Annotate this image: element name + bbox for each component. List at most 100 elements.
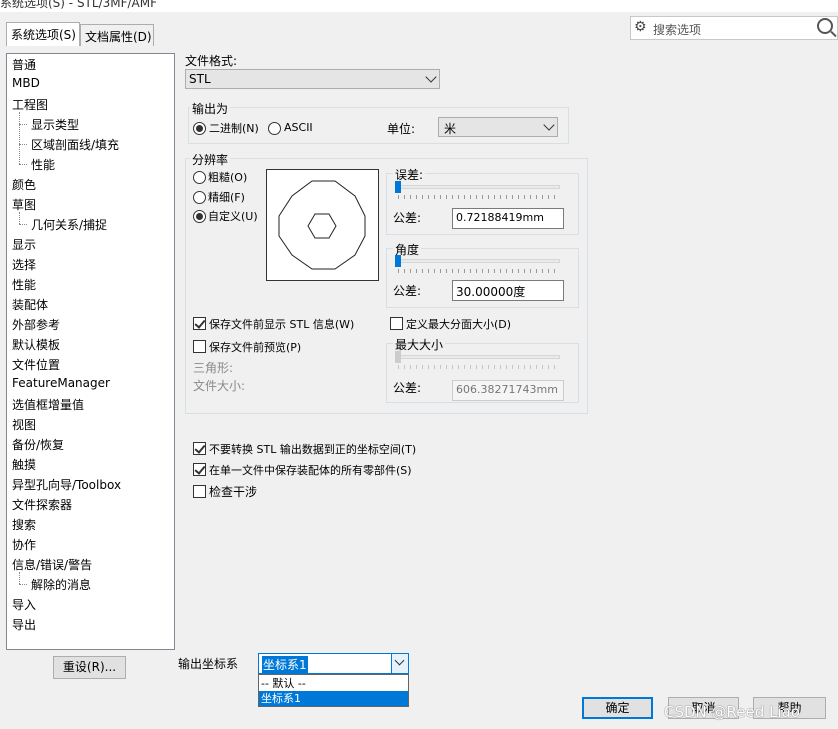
tree-item-dismissed-messages[interactable]: 解除的消息 (31, 576, 91, 593)
show-stl-info-label[interactable]: 保存文件前显示 STL 信息(W) (209, 316, 354, 332)
resolution-preview (266, 169, 379, 281)
file-format-select[interactable]: STL (185, 69, 440, 89)
tree-item-backup-recover[interactable]: 备份/恢复 (12, 436, 64, 453)
tree-item-messages-errors-warnings[interactable]: 信息/错误/警告 (12, 556, 92, 573)
polygon-preview-icon (278, 180, 366, 270)
unit-value: 米 (444, 122, 457, 136)
angle-slider-track[interactable] (396, 259, 560, 263)
tree-item-hole-wizard-toolbox[interactable]: 异型孔向导/Toolbox (12, 476, 121, 493)
tree-item-sketch[interactable]: 草图 (12, 196, 36, 213)
tree-item-assemblies[interactable]: 装配体 (12, 296, 48, 313)
tree-item-colors[interactable]: 颜色 (12, 176, 36, 193)
tree-item-display-style[interactable]: 显示类型 (31, 116, 79, 133)
no-positive-space-checkbox[interactable] (193, 442, 206, 455)
fine-radio[interactable] (193, 191, 206, 204)
custom-label[interactable]: 自定义(U) (208, 208, 258, 224)
deviation-slider-thumb[interactable] (395, 181, 401, 193)
coord-dropdown-button[interactable] (391, 654, 408, 673)
tree-connector (19, 212, 20, 224)
output-coord-label: 输出坐标系 (178, 657, 239, 671)
tree-item-export[interactable]: 导出 (12, 616, 36, 633)
tree-item-drawings[interactable]: 工程图 (12, 96, 48, 113)
tree-item-default-templates[interactable]: 默认模板 (12, 336, 60, 353)
search-box[interactable]: ⚙ 搜索选项 (630, 16, 838, 40)
binary-radio[interactable] (193, 122, 206, 135)
file-format-value: STL (189, 72, 211, 86)
reset-button[interactable]: 重设(R)... (53, 656, 126, 679)
max-size-slider-track (396, 355, 560, 359)
preview-before-save-label[interactable]: 保存文件前预览(P) (209, 339, 301, 355)
ok-button[interactable]: 确定 (582, 697, 653, 719)
tab-document-properties[interactable]: 文档属性(D) (80, 24, 154, 46)
max-size-slider-thumb (395, 351, 401, 363)
tree-item-file-locations[interactable]: 文件位置 (12, 356, 60, 373)
tree-item-featuremanager[interactable]: FeatureManager (12, 376, 110, 390)
max-size-tolerance-field: 606.38271743mm (452, 380, 564, 401)
deviation-slider-track[interactable] (396, 185, 560, 189)
check-interference-checkbox[interactable] (193, 485, 206, 498)
tree-item-view[interactable]: 视图 (12, 416, 36, 433)
coord-option-cs1[interactable]: 坐标系1 (259, 691, 408, 706)
options-tree[interactable]: 普通 MBD 工程图 显示类型 区域剖面线/填充 性能 颜色 草图 几何关系/捕… (6, 53, 175, 650)
single-file-assembly-checkbox[interactable] (193, 463, 206, 476)
tree-item-collaboration[interactable]: 协作 (12, 536, 36, 553)
coarse-radio[interactable] (193, 171, 206, 184)
output-as-title: 输出为 (190, 100, 231, 117)
tree-item-file-explorer[interactable]: 文件探索器 (12, 496, 72, 513)
tree-item-import[interactable]: 导入 (12, 596, 36, 613)
deviation-tolerance-field[interactable]: 0.72188419mm (452, 208, 564, 229)
coord-dropdown-list[interactable]: -- 默认 -- 坐标系1 (258, 674, 409, 707)
max-size-slider-ticks (398, 365, 560, 369)
coarse-label[interactable]: 粗糙(O) (208, 169, 247, 185)
show-stl-info-checkbox[interactable] (193, 317, 206, 330)
angle-slider-thumb[interactable] (395, 255, 401, 267)
tree-item-drawing-performance[interactable]: 性能 (31, 156, 55, 173)
tree-item-touch[interactable]: 触摸 (12, 456, 36, 473)
ascii-label[interactable]: ASCII (284, 121, 313, 134)
angle-tolerance-label: 公差: (393, 284, 422, 298)
chevron-down-icon (425, 71, 437, 83)
tree-item-external-references[interactable]: 外部参考 (12, 316, 60, 333)
tree-item-area-hatch[interactable]: 区域剖面线/填充 (31, 136, 119, 153)
no-positive-space-label[interactable]: 不要转换 STL 输出数据到正的坐标空间(T) (209, 441, 416, 457)
single-file-assembly-label[interactable]: 在单一文件中保存装配体的所有零部件(S) (209, 462, 412, 478)
tree-item-general[interactable]: 普通 (12, 56, 36, 73)
search-input[interactable]: 搜索选项 (653, 21, 701, 38)
tree-item-selection[interactable]: 选择 (12, 256, 36, 273)
tree-connector (19, 572, 20, 584)
angle-slider-ticks (398, 269, 560, 273)
tree-connector (19, 124, 27, 125)
max-facet-checkbox[interactable] (390, 317, 403, 330)
coord-system-select[interactable]: 坐标系1 (258, 653, 409, 674)
custom-radio[interactable] (193, 210, 206, 223)
preview-before-save-checkbox[interactable] (193, 340, 206, 353)
coord-option-default[interactable]: -- 默认 -- (259, 676, 408, 691)
chevron-down-icon (394, 655, 405, 666)
check-interference-label[interactable]: 检查干涉 (209, 483, 257, 500)
tree-item-mbd[interactable]: MBD (12, 76, 40, 90)
tree-item-search[interactable]: 搜索 (12, 516, 36, 533)
angle-tolerance-field[interactable]: 30.00000度 (452, 280, 564, 301)
fine-label[interactable]: 精细(F) (208, 189, 245, 205)
window-title: 系统选项(S) - STL/3MF/AMF (0, 0, 158, 10)
max-facet-label[interactable]: 定义最大分面大小(D) (406, 316, 511, 332)
window-title-bar: 系统选项(S) - STL/3MF/AMF (0, 0, 838, 12)
tree-item-relations-snaps[interactable]: 几何关系/捕捉 (31, 216, 107, 233)
tab-system-options[interactable]: 系统选项(S) (6, 22, 80, 46)
file-size-label: 文件大小: (193, 379, 246, 393)
tree-item-display[interactable]: 显示 (12, 236, 36, 253)
triangles-label: 三角形: (193, 361, 234, 375)
binary-label[interactable]: 二进制(N) (209, 120, 259, 136)
coord-system-value: 坐标系1 (262, 656, 308, 673)
deviation-slider-ticks (398, 195, 560, 199)
tree-connector (19, 224, 27, 225)
chevron-down-icon (543, 119, 555, 131)
resolution-title: 分辨率 (190, 151, 231, 168)
gear-icon[interactable]: ⚙ (634, 19, 647, 35)
search-icon[interactable] (817, 18, 833, 34)
tree-item-spin-box-increments[interactable]: 选值框增量值 (12, 396, 84, 413)
unit-select[interactable]: 米 (438, 117, 558, 137)
tree-item-performance[interactable]: 性能 (12, 276, 36, 293)
ascii-radio[interactable] (268, 122, 281, 135)
tree-connector (19, 112, 20, 164)
